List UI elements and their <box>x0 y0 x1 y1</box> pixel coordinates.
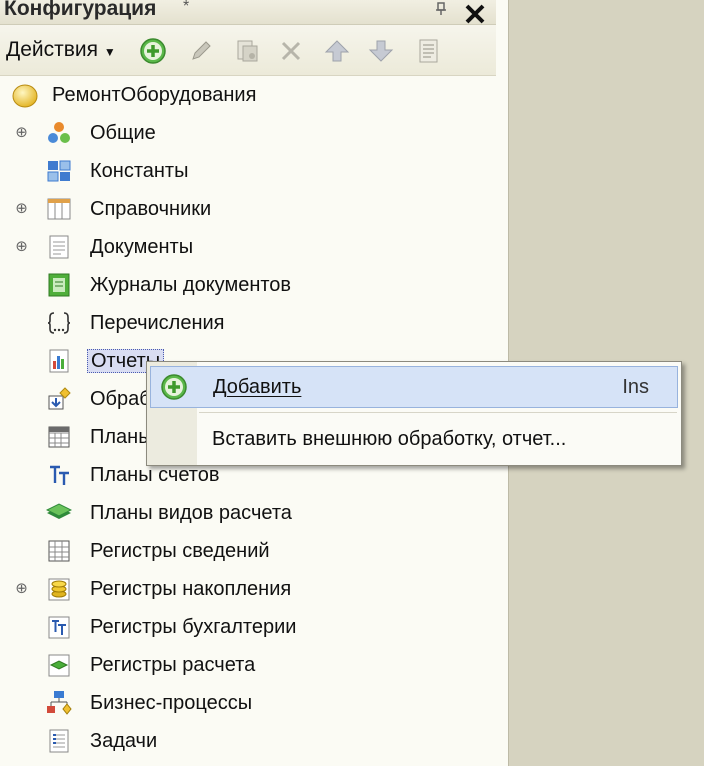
tree-item-accounting-registers[interactable]: Регистры бухгалтерии <box>0 610 496 646</box>
tree-item-label: Справочники <box>90 198 212 220</box>
constants-icon <box>47 160 71 182</box>
chart-of-calculation-types-icon <box>46 503 72 519</box>
arrow-down-icon <box>368 40 394 62</box>
pencil-icon <box>192 41 211 60</box>
tree-item-label: Общие <box>90 122 156 144</box>
enums-icon <box>47 312 71 334</box>
tree-item-label: Планы счетов <box>90 464 220 486</box>
context-menu: Добавить Ins Вставить внешнюю обработку,… <box>146 361 682 466</box>
tree-item-label: Регистры расчета <box>90 654 256 676</box>
catalogs-icon <box>47 198 71 220</box>
tree-item-catalogs[interactable]: ⊕ Справочники <box>0 192 496 228</box>
calculation-registers-icon <box>48 654 70 677</box>
menu-item-label: Вставить внешнюю обработку, отчет... <box>212 428 567 450</box>
copy-icon <box>237 40 258 62</box>
tree-item-common[interactable]: ⊕ Общие <box>0 116 496 152</box>
expand-icon[interactable]: ⊕ <box>14 581 29 596</box>
delete-button[interactable] <box>276 36 306 66</box>
menu-item-shortcut: Ins <box>622 376 649 398</box>
menu-item-label: Добавить <box>213 376 302 398</box>
tree-item-calculation-registers[interactable]: Регистры расчета <box>0 648 496 684</box>
common-icon <box>48 122 70 143</box>
tree-item-root[interactable]: РемонтОборудования <box>0 78 496 114</box>
add-button[interactable] <box>138 36 168 66</box>
tree-item-information-registers[interactable]: Регистры сведений <box>0 534 496 570</box>
move-down-button[interactable] <box>366 36 396 66</box>
tree-item-chart-of-calculation-types[interactable]: Планы видов расчета <box>0 496 496 532</box>
menu-item-insert-external[interactable]: Вставить внешнюю обработку, отчет... <box>150 419 676 459</box>
tree-item-label: Документы <box>90 236 194 258</box>
information-registers-icon <box>48 540 70 562</box>
properties-button[interactable] <box>414 36 444 66</box>
menu-item-add[interactable]: Добавить Ins <box>150 366 678 408</box>
actions-label: Действия <box>6 38 99 61</box>
panel-title: Конфигурация <box>4 0 157 20</box>
tree-item-label: Планы видов расчета <box>90 502 292 524</box>
tree-item-business-processes[interactable]: Бизнес-процессы <box>0 686 496 722</box>
x-icon <box>281 41 301 61</box>
expand-icon[interactable]: ⊕ <box>14 239 29 254</box>
accumulation-registers-icon <box>48 578 70 601</box>
tree-item-accumulation-registers[interactable]: ⊕ Регистры накопления <box>0 572 496 608</box>
business-processes-icon <box>47 691 72 715</box>
tree-item-label: Регистры накопления <box>90 578 292 600</box>
tree-item-label: Регистры бухгалтерии <box>90 616 297 638</box>
document-journals-icon <box>48 273 70 297</box>
panel-title-bar: Конфигурация * <box>0 0 496 25</box>
root-config-icon <box>12 84 38 108</box>
menu-separator <box>199 412 677 413</box>
tasks-icon <box>49 729 69 753</box>
dropdown-arrow-icon: ▼ <box>103 45 116 59</box>
chart-of-accounts-icon <box>50 465 69 485</box>
move-up-button[interactable] <box>322 36 352 66</box>
tree-item-label: Задачи <box>90 730 158 752</box>
plus-circle-icon <box>140 38 166 64</box>
pin-icon[interactable] <box>436 2 446 19</box>
tree-item-label: Перечисления <box>90 312 225 334</box>
tree-item-documents[interactable]: ⊕ Документы <box>0 230 496 266</box>
actions-menu-button[interactable]: Действия ▼ <box>6 38 116 62</box>
tree-item-document-journals[interactable]: Журналы документов <box>0 268 496 304</box>
expand-icon[interactable]: ⊕ <box>14 125 29 140</box>
tree-item-label: Бизнес-процессы <box>90 692 253 714</box>
tree-item-tasks[interactable]: Задачи <box>0 724 496 760</box>
tree-item-label: Регистры сведений <box>90 540 270 562</box>
tree-item-constants[interactable]: Константы <box>0 154 496 190</box>
reports-icon <box>49 349 69 373</box>
tree-item-enums[interactable]: Перечисления <box>0 306 496 342</box>
plus-circle-icon <box>161 374 187 400</box>
copy-button[interactable] <box>232 36 262 66</box>
modified-marker: * <box>183 0 190 15</box>
edit-button[interactable] <box>186 36 216 66</box>
accounting-registers-icon <box>48 616 70 639</box>
tree-item-label: РемонтОборудования <box>52 84 257 106</box>
toolbar: Действия ▼ <box>0 25 496 76</box>
arrow-up-icon <box>324 40 350 62</box>
tree-item-label: Константы <box>90 160 189 182</box>
documents-icon <box>49 235 69 259</box>
list-icon <box>419 39 438 63</box>
tree-item-label: Журналы документов <box>90 274 292 296</box>
data-processors-icon <box>48 387 71 410</box>
chart-of-characteristics-icon <box>48 426 70 448</box>
expand-icon[interactable]: ⊕ <box>14 201 29 216</box>
